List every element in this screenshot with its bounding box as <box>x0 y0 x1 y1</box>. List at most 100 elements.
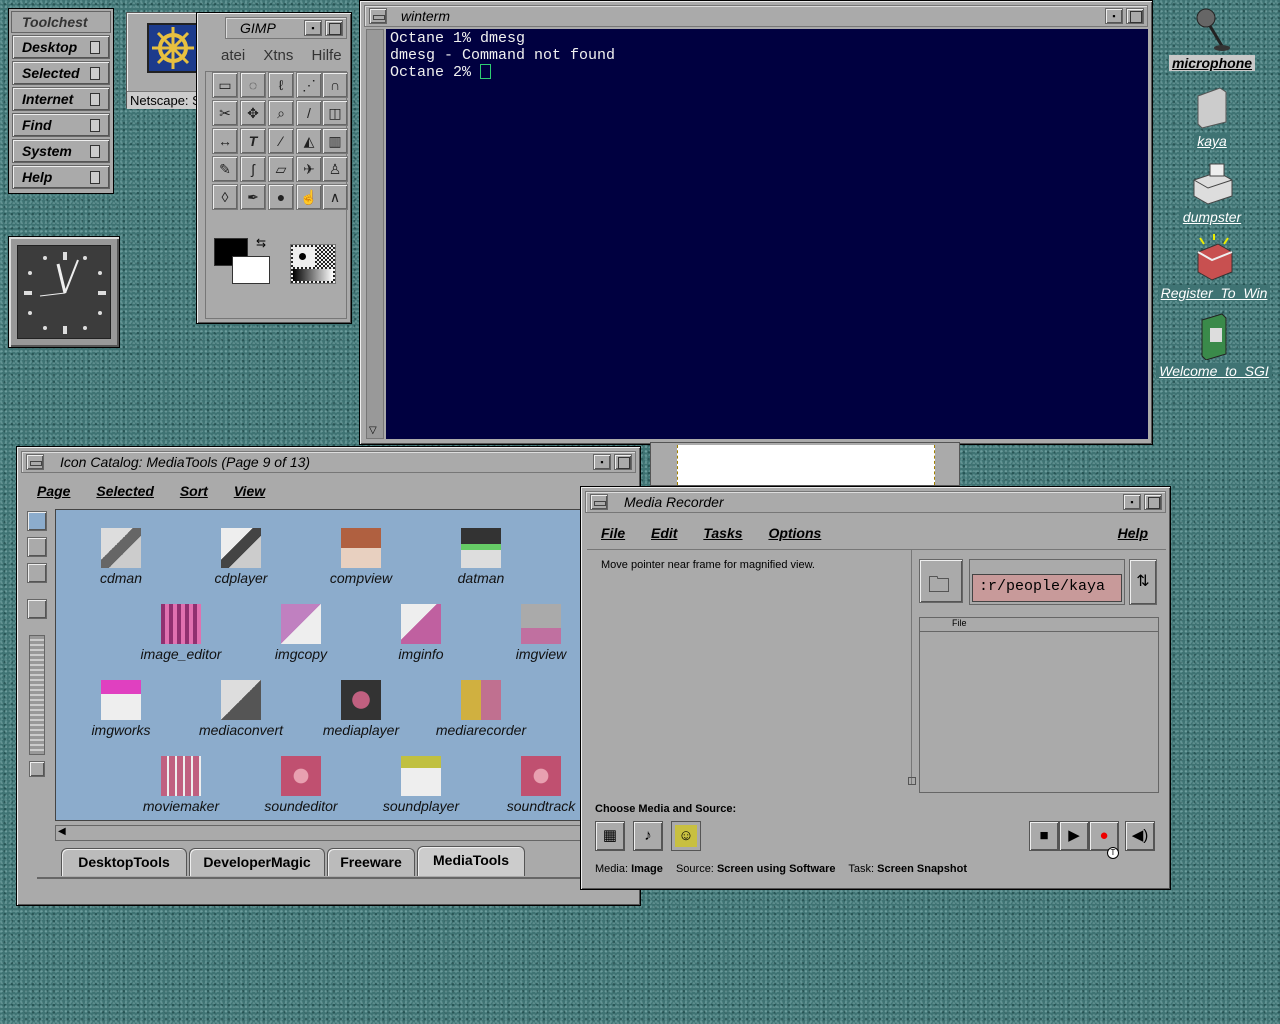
gimp-menu-hilfe[interactable]: Hilfe <box>312 47 342 64</box>
toolchest-item-help[interactable]: Help <box>12 165 110 189</box>
menu-edit[interactable]: Edit <box>651 525 677 541</box>
refresh-icon[interactable]: ⇅ <box>1129 559 1157 605</box>
gimp-menu-xtns[interactable]: Xtns <box>263 47 293 64</box>
file-list[interactable]: File <box>919 617 1159 793</box>
minimize-button[interactable]: ▪ <box>593 454 611 470</box>
gimp-menu-datei[interactable]: atei <box>221 47 245 64</box>
catalog-icon-cdplayer[interactable]: cdplayer <box>186 528 296 586</box>
catalog-icon-imginfo[interactable]: imginfo <box>366 604 476 662</box>
menu-options[interactable]: Options <box>768 525 821 541</box>
icon-size-slider[interactable] <box>29 635 45 755</box>
gimp-titlebar[interactable]: GIMP ▪ <box>225 17 347 39</box>
desktop-icon-welcome[interactable]: Welcome_to_SGI <box>1154 312 1274 379</box>
window-menu-button[interactable] <box>26 454 44 470</box>
ink-tool[interactable]: ✒ <box>240 184 266 210</box>
play-button[interactable]: ▶ <box>1059 821 1089 851</box>
menu-file[interactable]: File <box>601 525 625 541</box>
toolchest-item-find[interactable]: Find <box>12 113 110 137</box>
tab-freeware[interactable]: Freeware <box>327 848 415 876</box>
move-tool[interactable]: ✥ <box>240 100 266 126</box>
magic-wand-tool[interactable]: ⋰ <box>296 72 322 98</box>
background-color-swatch[interactable] <box>232 256 270 284</box>
catalog-icon-mediaconvert[interactable]: mediaconvert <box>186 680 296 738</box>
smudge-tool[interactable]: ☝ <box>296 184 322 210</box>
swap-colors-icon[interactable]: ⇆ <box>256 236 266 250</box>
recorder-titlebar[interactable]: Media Recorder ▪ <box>585 491 1166 513</box>
catalog-icon-imgworks[interactable]: imgworks <box>66 680 176 738</box>
toolchest-item-selected[interactable]: Selected <box>12 61 110 85</box>
bezier-tool[interactable]: ∩ <box>322 72 348 98</box>
catalog-icon-datman[interactable]: datman <box>426 528 536 586</box>
toolchest-item-system[interactable]: System <box>12 139 110 163</box>
menu-help[interactable]: Help <box>1118 525 1148 541</box>
catalog-icon-cdman[interactable]: cdman <box>66 528 176 586</box>
crop-tool[interactable]: / <box>296 100 322 126</box>
transform-tool[interactable]: ◫ <box>322 100 348 126</box>
view-columns-button[interactable] <box>27 563 47 583</box>
pane-sash[interactable] <box>908 777 916 785</box>
scissors-tool[interactable]: ✂ <box>212 100 238 126</box>
maximize-button[interactable] <box>325 20 343 36</box>
desktop-icon-dumpster[interactable]: dumpster <box>1152 158 1272 225</box>
rect-select-tool[interactable]: ▭ <box>212 72 238 98</box>
text-tool[interactable]: T <box>240 128 266 154</box>
zoom-tool[interactable]: ⌕ <box>268 100 294 126</box>
blur-tool[interactable]: ◊ <box>212 184 238 210</box>
catalog-titlebar[interactable]: Icon Catalog: MediaTools (Page 9 of 13) … <box>21 451 636 473</box>
audio-media-button[interactable]: ♪ <box>633 821 663 851</box>
view-face-button[interactable] <box>27 599 47 619</box>
speaker-button[interactable]: ◀) <box>1125 821 1155 851</box>
menu-sort[interactable]: Sort <box>180 483 208 499</box>
menu-page[interactable]: Page <box>37 483 70 499</box>
catalog-icon-compview[interactable]: compview <box>306 528 416 586</box>
lasso-tool[interactable]: ℓ <box>268 72 294 98</box>
color-picker-tool[interactable]: ⁄ <box>268 128 294 154</box>
catalog-icon-soundeditor[interactable]: soundeditor <box>246 756 356 814</box>
catalog-hscrollbar[interactable]: ◀ <box>55 825 595 841</box>
catalog-icon-soundplayer[interactable]: soundplayer <box>366 756 476 814</box>
catalog-icon-mediarecorder[interactable]: mediarecorder <box>426 680 536 738</box>
catalog-icon-mediaplayer[interactable]: mediaplayer <box>306 680 416 738</box>
menu-tasks[interactable]: Tasks <box>703 525 742 541</box>
scroll-down-arrow-icon[interactable]: ▽ <box>369 425 377 436</box>
stop-button[interactable]: ■ <box>1029 821 1059 851</box>
timer-icon[interactable]: T <box>1107 847 1119 859</box>
terminal-scrollbar[interactable]: ▽ <box>366 29 384 439</box>
maximize-button[interactable] <box>614 454 632 470</box>
tab-desktoptools[interactable]: DesktopTools <box>61 848 187 876</box>
menu-view[interactable]: View <box>234 483 265 499</box>
scroll-left-arrow-icon[interactable]: ◀ <box>58 826 66 837</box>
clone-tool[interactable]: ♙ <box>322 156 348 182</box>
bucket-fill-tool[interactable]: ◭ <box>296 128 322 154</box>
blend-tool[interactable]: ▥ <box>322 128 348 154</box>
airbrush-tool[interactable]: ✈ <box>296 156 322 182</box>
toolchest-item-desktop[interactable]: Desktop <box>12 35 110 59</box>
file-column-header[interactable]: File <box>920 618 1158 632</box>
dodge-tool[interactable]: ● <box>268 184 294 210</box>
ellipse-select-tool[interactable]: ◌ <box>240 72 266 98</box>
catalog-icon-soundtrack[interactable]: soundtrack <box>486 756 594 814</box>
desktop-icon-kaya[interactable]: kaya <box>1152 84 1272 149</box>
catalog-icon-moviemaker[interactable]: moviemaker <box>126 756 236 814</box>
desktop-clock[interactable] <box>8 236 120 348</box>
view-icons-button[interactable] <box>27 511 47 531</box>
winterm-titlebar[interactable]: winterm ▪ <box>364 5 1148 27</box>
folder-button[interactable]: 🗀 <box>919 559 963 603</box>
eraser-tool[interactable]: ▱ <box>268 156 294 182</box>
flip-tool[interactable]: ↔ <box>212 128 238 154</box>
minimize-button[interactable]: ▪ <box>304 20 322 36</box>
toolchest-item-internet[interactable]: Internet <box>12 87 110 111</box>
terminal-output[interactable]: Octane 1% dmesg dmesg - Command not found… <box>386 29 1148 439</box>
minimize-button[interactable]: ▪ <box>1123 494 1141 510</box>
path-field[interactable]: :r/people/kaya <box>972 574 1122 602</box>
video-media-button[interactable]: ▦ <box>595 821 625 851</box>
paintbrush-tool[interactable]: ʃ <box>240 156 266 182</box>
catalog-icon-image-editor[interactable]: image_editor <box>126 604 236 662</box>
brush-pattern-selector[interactable] <box>290 244 336 284</box>
desktop-icon-microphone[interactable]: microphone <box>1152 6 1272 71</box>
view-list-button[interactable] <box>27 537 47 557</box>
measure-tool[interactable]: ∧ <box>322 184 348 210</box>
maximize-button[interactable] <box>1144 494 1162 510</box>
pencil-tool[interactable]: ✎ <box>212 156 238 182</box>
window-menu-button[interactable] <box>590 494 608 510</box>
